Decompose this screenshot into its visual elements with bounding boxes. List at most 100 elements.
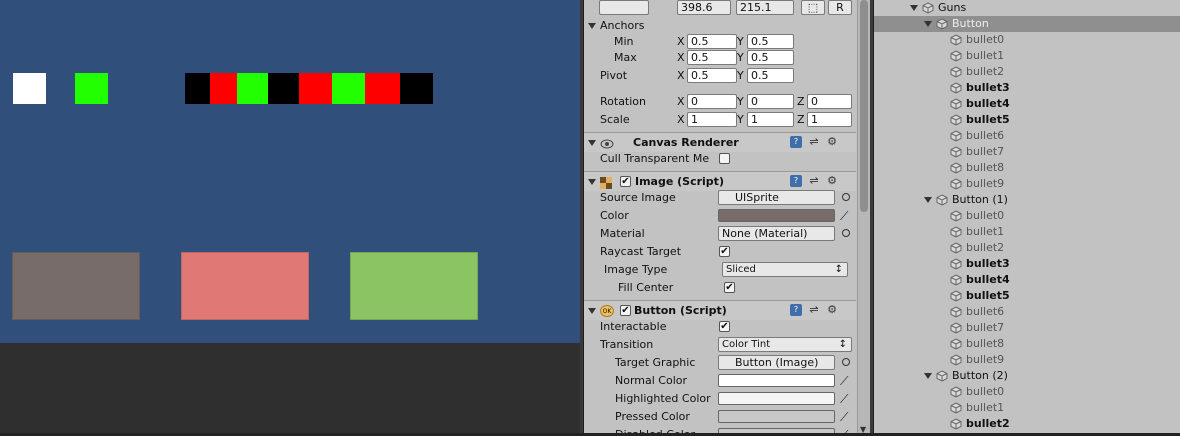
scene-button[interactable] xyxy=(12,252,140,320)
hierarchy-item-bullet[interactable]: bullet8 xyxy=(874,160,1180,176)
raycast-checkbox[interactable]: ✔ xyxy=(719,246,730,257)
hierarchy-item-bullet[interactable]: bullet5 xyxy=(874,288,1180,304)
highlighted-color-swatch[interactable] xyxy=(718,392,835,405)
hierarchy-item-bullet[interactable]: bullet0 xyxy=(874,384,1180,400)
highlighted-color-row: Highlighted Color ⟋ xyxy=(584,390,856,408)
image-type-dropdown[interactable]: Sliced ↕ xyxy=(722,262,848,277)
hierarchy-item-bullet[interactable]: bullet9 xyxy=(874,352,1180,368)
interactable-checkbox[interactable]: ✔ xyxy=(719,321,730,332)
eyedropper-icon[interactable]: ⟋ xyxy=(840,209,852,223)
hierarchy-item-bullet[interactable]: bullet7 xyxy=(874,144,1180,160)
expand-arrow-icon[interactable] xyxy=(924,197,932,203)
hierarchy-item-bullet[interactable]: bullet7 xyxy=(874,320,1180,336)
blueprint-button[interactable]: ⬚ xyxy=(801,0,825,15)
pos-x-field[interactable]: 398.6 xyxy=(677,0,731,15)
fill-center-checkbox[interactable]: ✔ xyxy=(724,282,735,293)
hierarchy-item-bullet[interactable]: bullet6 xyxy=(874,304,1180,320)
preset-icon[interactable]: ⇌ xyxy=(808,304,820,316)
help-book-icon[interactable]: ? xyxy=(790,304,802,316)
foldout-icon[interactable] xyxy=(588,179,596,185)
hierarchy-item-bullet[interactable]: bullet1 xyxy=(874,48,1180,64)
hierarchy-item-bullet[interactable]: bullet2 xyxy=(874,64,1180,80)
anchor-max-y[interactable]: 0.5 xyxy=(747,50,794,65)
hierarchy-item-bullet[interactable]: bullet4 xyxy=(874,272,1180,288)
hierarchy-item-bullet[interactable]: bullet5 xyxy=(874,112,1180,128)
raw-edit-button[interactable]: R xyxy=(828,0,852,15)
hierarchy-item-bullet[interactable]: bullet2 xyxy=(874,240,1180,256)
cull-checkbox[interactable] xyxy=(719,153,730,164)
gear-icon[interactable]: ⚙ xyxy=(826,175,838,187)
image-enabled-checkbox[interactable]: ✔ xyxy=(620,176,631,187)
object-picker-icon[interactable] xyxy=(842,193,850,201)
gameobject-cube-icon xyxy=(950,162,962,174)
hierarchy-item-bullet[interactable]: bullet0 xyxy=(874,32,1180,48)
gameobject-cube-icon xyxy=(950,386,962,398)
object-picker-icon[interactable] xyxy=(842,229,850,237)
hierarchy-item-bullet[interactable]: bullet6 xyxy=(874,128,1180,144)
hierarchy-item-bullet[interactable]: bullet4 xyxy=(874,96,1180,112)
image-component-header[interactable]: ✔ Image (Script) ? ⇌ ⚙ xyxy=(584,171,856,191)
hierarchy-item-bullet[interactable]: bullet3 xyxy=(874,80,1180,96)
source-image-label: Source Image xyxy=(600,191,676,204)
foldout-icon[interactable] xyxy=(588,140,596,146)
rotation-y[interactable]: 0 xyxy=(747,94,794,109)
gear-icon[interactable]: ⚙ xyxy=(826,304,838,316)
gear-icon[interactable]: ⚙ xyxy=(826,136,838,148)
eyedropper-icon[interactable]: ⟋ xyxy=(840,392,852,406)
anchor-min-x[interactable]: 0.5 xyxy=(687,34,737,49)
pos-blank-field[interactable] xyxy=(599,0,649,15)
source-image-field[interactable]: UISprite xyxy=(718,190,835,205)
anchors-foldout-icon[interactable] xyxy=(588,23,596,29)
color-swatch[interactable] xyxy=(718,209,835,222)
scale-x[interactable]: 1 xyxy=(687,112,737,127)
gameobject-cube-icon xyxy=(950,130,962,142)
hierarchy-item-guns[interactable]: Guns xyxy=(874,0,1180,16)
hierarchy-item-label: bullet9 xyxy=(966,353,1005,366)
rotation-z[interactable]: 0 xyxy=(807,94,852,109)
hierarchy-item-bullet[interactable]: bullet0 xyxy=(874,208,1180,224)
foldout-icon[interactable] xyxy=(588,308,596,314)
hierarchy-item-bullet[interactable]: bullet1 xyxy=(874,224,1180,240)
material-field[interactable]: None (Material) xyxy=(718,226,835,241)
help-book-icon[interactable]: ? xyxy=(790,136,802,148)
pressed-color-swatch[interactable] xyxy=(718,410,835,423)
scene-button[interactable] xyxy=(181,252,309,320)
hierarchy-item-bullet[interactable]: bullet1 xyxy=(874,400,1180,416)
target-graphic-field[interactable]: Button (Image) xyxy=(718,355,835,370)
pivot-y[interactable]: 0.5 xyxy=(747,68,794,83)
hierarchy-item-button[interactable]: Button xyxy=(874,16,1180,32)
expand-arrow-icon[interactable] xyxy=(924,373,932,379)
hierarchy-item-bullet[interactable]: bullet2 xyxy=(874,416,1180,432)
hierarchy-item-bullet[interactable]: bullet8 xyxy=(874,336,1180,352)
hierarchy-item-button[interactable]: Button (1) xyxy=(874,192,1180,208)
help-book-icon[interactable]: ? xyxy=(790,175,802,187)
scene-button[interactable] xyxy=(350,252,478,320)
button-component-header[interactable]: OK ✔ Button (Script) ? ⇌ ⚙ xyxy=(584,300,856,320)
hierarchy-item-label: bullet7 xyxy=(966,321,1005,334)
expand-arrow-icon[interactable] xyxy=(924,21,932,27)
canvas-renderer-header[interactable]: Canvas Renderer ? ⇌ ⚙ xyxy=(584,132,856,152)
hierarchy-item-bullet[interactable]: bullet9 xyxy=(874,176,1180,192)
preset-icon[interactable]: ⇌ xyxy=(808,136,820,148)
transition-dropdown[interactable]: Color Tint ↕ xyxy=(718,337,852,352)
scene-view[interactable] xyxy=(0,0,580,436)
expand-arrow-icon[interactable] xyxy=(910,5,918,11)
object-picker-icon[interactable] xyxy=(842,358,850,366)
hierarchy-item-bullet[interactable]: bullet3 xyxy=(874,256,1180,272)
scrollbar-thumb[interactable] xyxy=(860,0,868,212)
axis-y-label: Y xyxy=(737,69,744,82)
eyedropper-icon[interactable]: ⟋ xyxy=(840,410,852,424)
eyedropper-icon[interactable]: ⟋ xyxy=(840,374,852,388)
button-enabled-checkbox[interactable]: ✔ xyxy=(620,305,631,316)
preset-icon[interactable]: ⇌ xyxy=(808,175,820,187)
anchor-min-y[interactable]: 0.5 xyxy=(747,34,794,49)
inspector-scrollbar[interactable]: ▼ xyxy=(857,0,870,436)
normal-color-swatch[interactable] xyxy=(718,374,835,387)
scale-y[interactable]: 1 xyxy=(747,112,794,127)
rotation-x[interactable]: 0 xyxy=(687,94,737,109)
scale-z[interactable]: 1 xyxy=(807,112,852,127)
pos-y-field[interactable]: 215.1 xyxy=(736,0,794,15)
anchor-max-x[interactable]: 0.5 xyxy=(687,50,737,65)
hierarchy-item-button[interactable]: Button (2) xyxy=(874,368,1180,384)
pivot-x[interactable]: 0.5 xyxy=(687,68,737,83)
